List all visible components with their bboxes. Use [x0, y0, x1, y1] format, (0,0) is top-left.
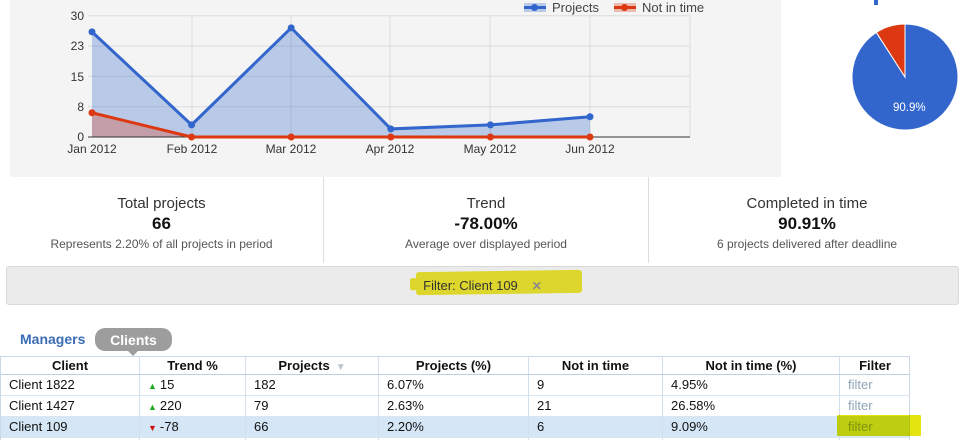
legend-label: Projects: [552, 0, 599, 15]
kpi-row: Total projects 66 Represents 2.20% of al…: [0, 177, 965, 263]
table-row: Client 1822 ▲15 182 6.07% 9 4.95% filter: [1, 375, 910, 396]
table-header-row: Client Trend % Projects▼ Projects (%) No…: [1, 357, 910, 375]
projects-pct-cell: 2.63%: [379, 396, 529, 416]
col-header-not-in-time-pct[interactable]: Not in time (%): [663, 357, 840, 374]
pie-legend-cutoff-icon: [874, 0, 878, 5]
not-in-time-pct-cell: 9.09%: [663, 417, 840, 437]
not-in-time-cell: 9: [529, 375, 663, 395]
x-tick: Jun 2012: [565, 142, 615, 156]
pie-chart: 90.9%: [845, 14, 965, 140]
col-header-client[interactable]: Client: [1, 357, 140, 374]
table-row: Client 1427 ▲220 79 2.63% 21 26.58% filt…: [1, 396, 910, 417]
y-tick: 30: [71, 9, 85, 23]
col-header-not-in-time[interactable]: Not in time: [529, 357, 663, 374]
not-in-time-pct-cell: 26.58%: [663, 396, 840, 416]
clients-table: Client Trend % Projects▼ Projects (%) No…: [0, 356, 910, 440]
kpi-subtitle: Represents 2.20% of all projects in peri…: [0, 237, 323, 251]
kpi-title: Total projects: [0, 195, 323, 212]
kpi-value: 90.91%: [649, 214, 965, 234]
x-tick: Jan 2012: [67, 142, 117, 156]
row-filter-link[interactable]: filter: [840, 396, 910, 416]
x-tick: May 2012: [464, 142, 517, 156]
tab-bar: Managers Clients: [0, 327, 965, 356]
col-header-trend[interactable]: Trend %: [140, 357, 246, 374]
tab-clients[interactable]: Clients: [95, 328, 172, 351]
projects-pct-cell: 6.07%: [379, 375, 529, 395]
not-in-time-pct-cell: 4.95%: [663, 375, 840, 395]
legend-item-not-in-time: Not in time: [614, 0, 704, 14]
col-header-projects[interactable]: Projects▼: [246, 357, 379, 374]
line-chart-panel: 30 23 15 8 0 Jan 2012 Feb 2012 Mar 2012 …: [10, 0, 781, 177]
sort-desc-icon: ▼: [336, 362, 346, 373]
table-row-selected: Client 109 ▼-78 66 2.20% 6 9.09% filter: [1, 417, 910, 438]
remove-filter-icon[interactable]: ✕: [532, 279, 542, 293]
dashboard: 30 23 15 8 0 Jan 2012 Feb 2012 Mar 2012 …: [0, 0, 965, 440]
kpi-value: 66: [0, 214, 323, 234]
y-tick: 23: [71, 39, 85, 53]
client-cell: Client 1822: [1, 375, 140, 395]
x-tick: Apr 2012: [366, 142, 415, 156]
x-tick: Feb 2012: [167, 142, 218, 156]
y-tick: 8: [77, 100, 84, 114]
pie-slice-label: 90.9%: [893, 102, 926, 114]
line-chart: 30 23 15 8 0 Jan 2012 Feb 2012 Mar 2012 …: [10, 0, 781, 177]
projects-cell: 79: [246, 396, 379, 416]
y-tick: 15: [71, 70, 85, 84]
client-cell: Client 1427: [1, 396, 140, 416]
trend-cell: ▲220: [140, 396, 246, 416]
x-tick: Mar 2012: [266, 142, 317, 156]
kpi-total-projects: Total projects 66 Represents 2.20% of al…: [0, 177, 323, 263]
tab-managers[interactable]: Managers: [20, 331, 85, 347]
trend-up-icon: ▲: [148, 402, 157, 412]
projects-pct-cell: 2.20%: [379, 417, 529, 437]
active-filter-label: Filter: Client 109: [423, 278, 518, 293]
active-filter-bar: Filter: Client 109 ✕: [6, 266, 959, 305]
highlight-annotation: [837, 415, 921, 436]
col-header-projects-pct[interactable]: Projects (%): [379, 357, 529, 374]
kpi-completed-in-time: Completed in time 90.91% 6 projects deli…: [648, 177, 965, 263]
col-header-filter[interactable]: Filter: [840, 357, 910, 374]
trend-up-icon: ▲: [148, 381, 157, 391]
not-in-time-cell: 6: [529, 417, 663, 437]
trend-down-icon: ▼: [148, 423, 157, 433]
projects-cell: 66: [246, 417, 379, 437]
projects-series-icon: [524, 3, 546, 12]
kpi-title: Completed in time: [649, 195, 965, 212]
client-cell: Client 109: [1, 417, 140, 437]
trend-cell: ▲15: [140, 375, 246, 395]
kpi-subtitle: 6 projects delivered after deadline: [649, 237, 965, 251]
projects-cell: 182: [246, 375, 379, 395]
kpi-title: Trend: [324, 195, 648, 212]
kpi-subtitle: Average over displayed period: [324, 237, 648, 251]
row-filter-link[interactable]: filter: [840, 375, 910, 395]
kpi-value: -78.00%: [324, 214, 648, 234]
legend-item-projects: Projects: [524, 0, 599, 14]
legend-label: Not in time: [642, 0, 704, 15]
trend-cell: ▼-78: [140, 417, 246, 437]
not-in-time-cell: 21: [529, 396, 663, 416]
kpi-trend: Trend -78.00% Average over displayed per…: [323, 177, 648, 263]
not-in-time-series-icon: [614, 3, 636, 12]
